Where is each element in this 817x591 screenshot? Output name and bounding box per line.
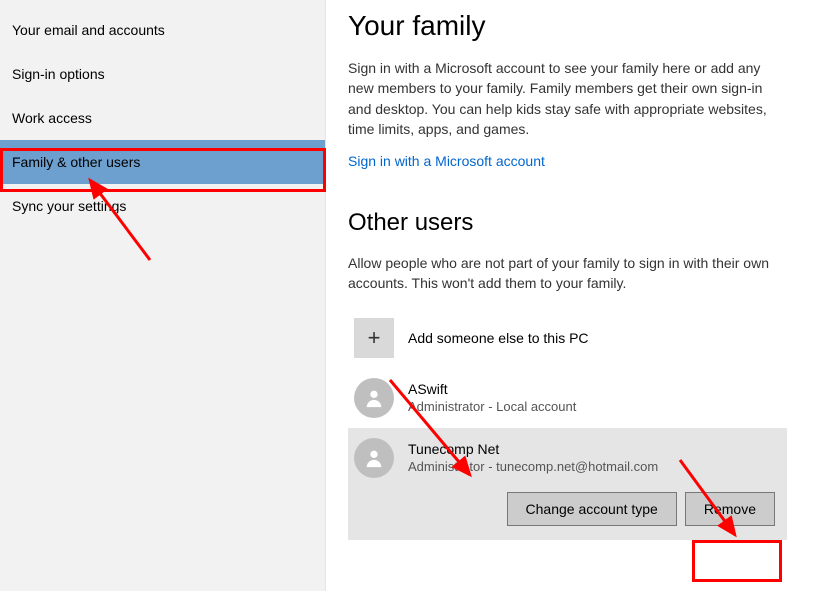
avatar-icon — [354, 378, 394, 418]
other-users-heading: Other users — [348, 209, 787, 237]
user-subtitle: Administrator - tunecomp.net@hotmail.com — [408, 459, 658, 474]
user-name: ASwift — [408, 381, 576, 397]
user-account-tunecomp[interactable]: Tunecomp Net Administrator - tunecomp.ne… — [348, 428, 787, 540]
signin-microsoft-link[interactable]: Sign in with a Microsoft account — [348, 153, 787, 169]
user-name: Tunecomp Net — [408, 441, 658, 457]
family-description: Sign in with a Microsoft account to see … — [348, 58, 787, 139]
sidebar-item-family-other-users[interactable]: Family & other users — [0, 140, 325, 184]
change-account-type-button[interactable]: Change account type — [507, 492, 677, 526]
family-heading: Your family — [348, 10, 787, 42]
main-content: Your family Sign in with a Microsoft acc… — [326, 0, 817, 591]
user-subtitle: Administrator - Local account — [408, 399, 576, 414]
add-user-label: Add someone else to this PC — [408, 330, 589, 346]
sidebar-item-sync-settings[interactable]: Sync your settings — [0, 184, 325, 228]
avatar-icon — [354, 438, 394, 478]
sidebar-item-email-accounts[interactable]: Your email and accounts — [0, 8, 325, 52]
remove-button[interactable]: Remove — [685, 492, 775, 526]
plus-icon: + — [354, 318, 394, 358]
user-account-aswift[interactable]: ASwift Administrator - Local account — [348, 368, 787, 428]
add-user-button[interactable]: + Add someone else to this PC — [348, 308, 787, 368]
sidebar-item-work-access[interactable]: Work access — [0, 96, 325, 140]
sidebar: Your email and accounts Sign-in options … — [0, 0, 326, 591]
other-users-description: Allow people who are not part of your fa… — [348, 253, 787, 294]
sidebar-item-signin-options[interactable]: Sign-in options — [0, 52, 325, 96]
